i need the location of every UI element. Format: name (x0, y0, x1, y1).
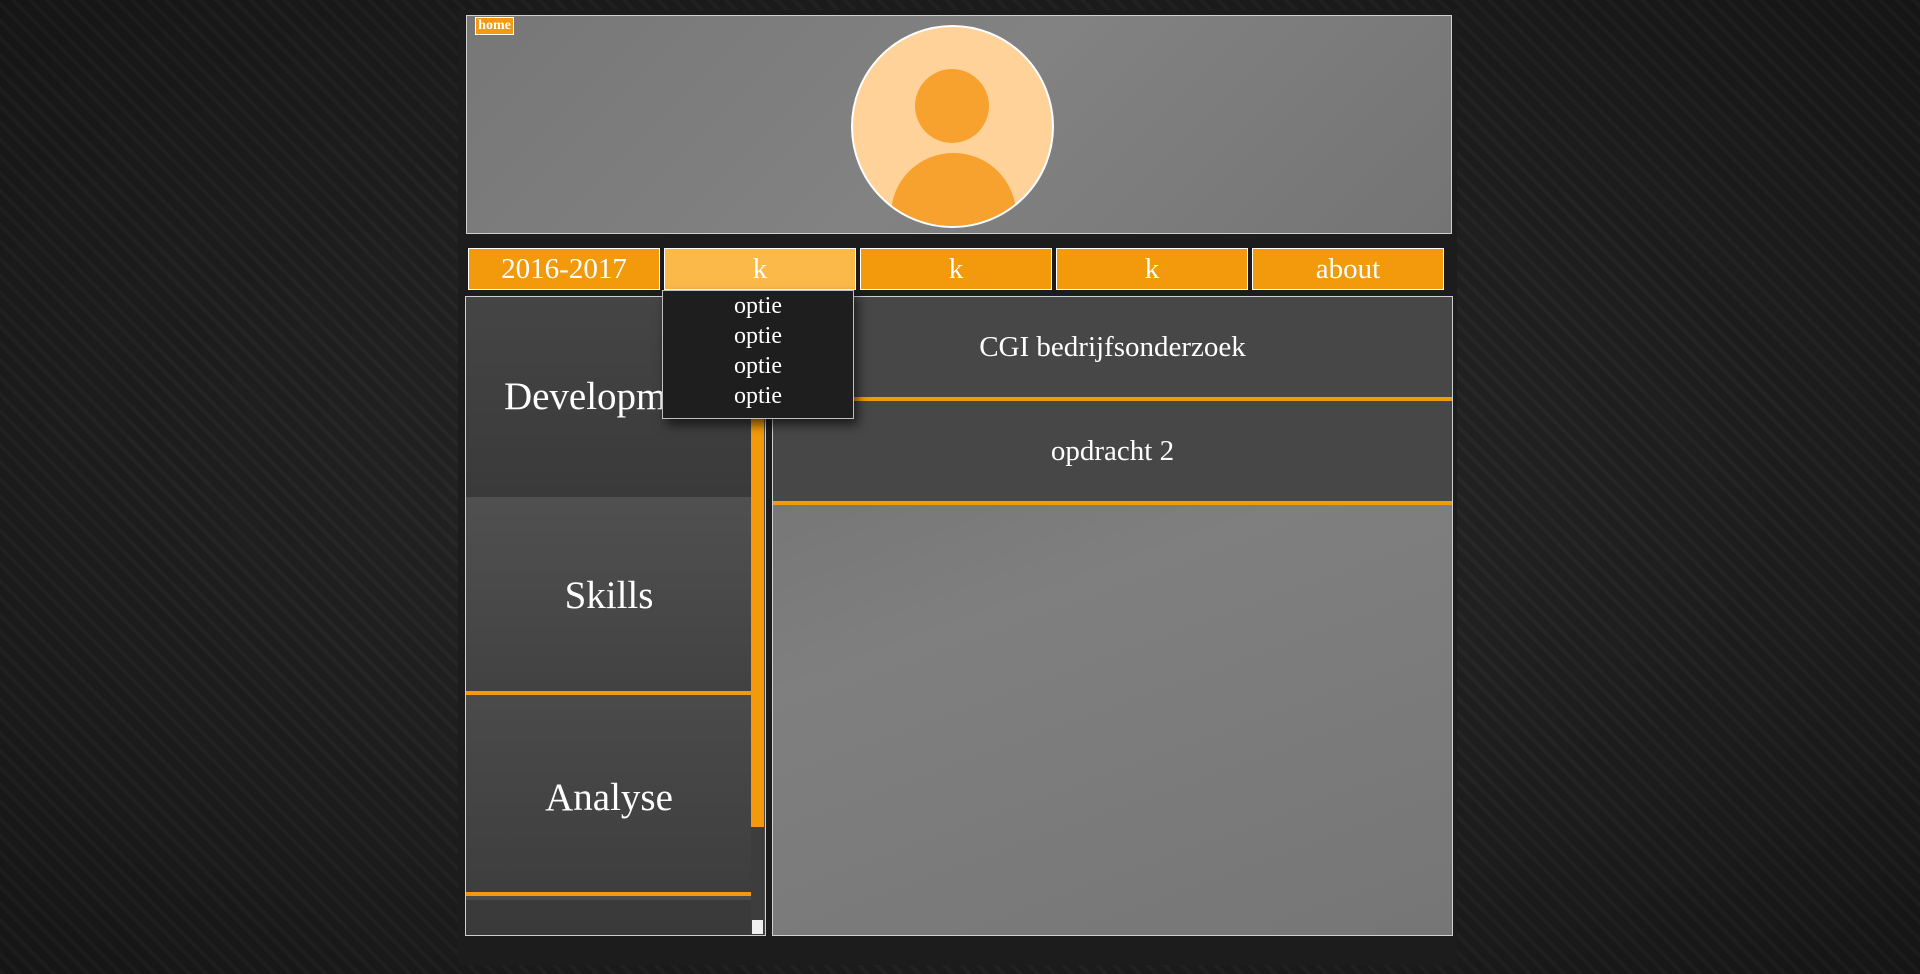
main-nav: 2016-2017 k k k about (468, 248, 1456, 290)
sidebar-item-analyse[interactable]: Analyse (466, 699, 752, 896)
nav-item-2016-2017[interactable]: 2016-2017 (468, 248, 660, 290)
dropdown-item[interactable]: optie (663, 382, 853, 412)
nav-item-k-3[interactable]: k (1056, 248, 1248, 290)
nav-item-k-1[interactable]: k (664, 248, 856, 290)
avatar-head (915, 69, 989, 143)
avatar-icon (851, 25, 1054, 228)
nav-dropdown-menu: optie optie optie optie (662, 290, 854, 419)
page-container: home 2016-2017 k k k about Development S… (458, 10, 1457, 965)
dropdown-item[interactable]: optie (663, 352, 853, 382)
avatar-body (891, 153, 1016, 226)
content-item-cgi[interactable]: CGI bedrijfsonderzoek (773, 297, 1452, 401)
nav-item-k-2[interactable]: k (860, 248, 1052, 290)
nav-item-about[interactable]: about (1252, 248, 1444, 290)
home-link[interactable]: home (475, 17, 514, 35)
content-panel: CGI bedrijfsonderzoek opdracht 2 (772, 296, 1453, 936)
scroll-down-arrow-icon[interactable] (752, 920, 763, 934)
content-item-opdracht-2[interactable]: opdracht 2 (773, 401, 1452, 505)
sidebar-item-partial[interactable] (466, 900, 752, 935)
dropdown-item[interactable]: optie (663, 322, 853, 352)
header-banner: home (466, 15, 1452, 234)
dropdown-item[interactable]: optie (663, 292, 853, 322)
sidebar-item-skills[interactable]: Skills (466, 497, 752, 695)
